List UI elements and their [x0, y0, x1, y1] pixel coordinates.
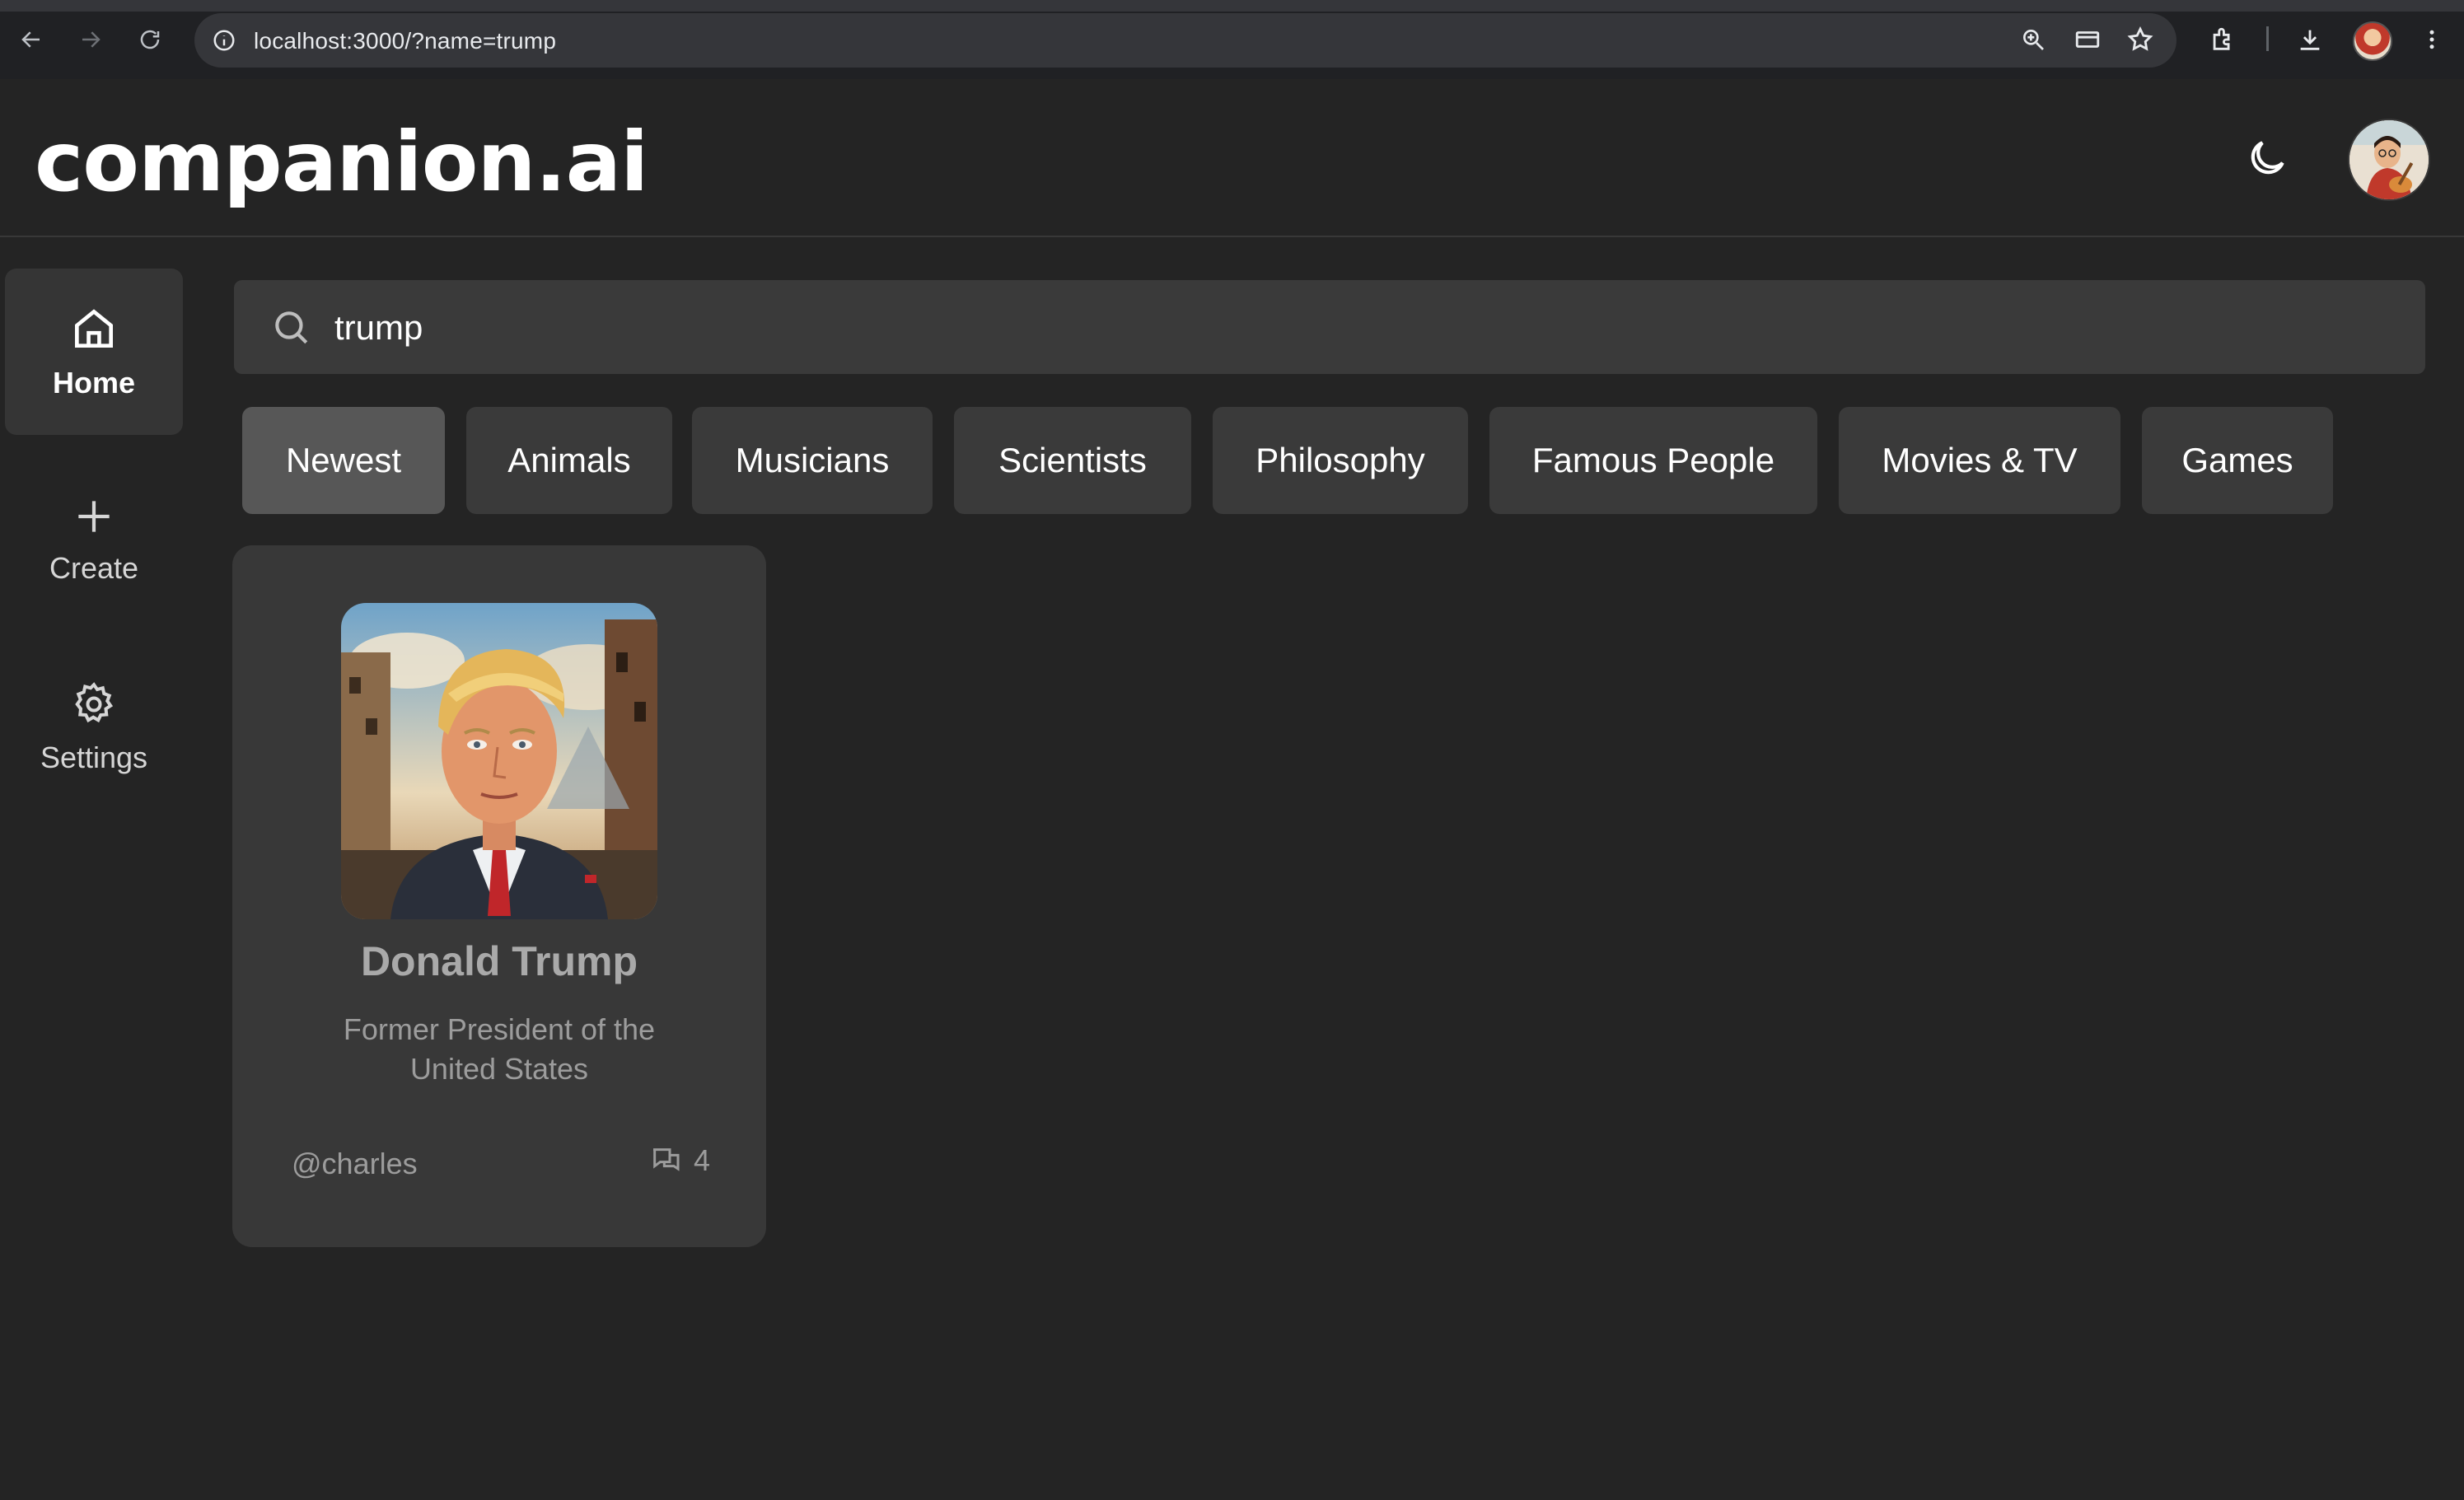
extensions-icon[interactable]: [2203, 20, 2242, 59]
category-games[interactable]: Games: [2142, 407, 2333, 514]
sidebar-item-label: Home: [52, 366, 136, 400]
companion-name: Donald Trump: [360, 938, 638, 984]
tab-strip: [0, 0, 2464, 12]
forward-icon[interactable]: [71, 20, 110, 59]
search-bar[interactable]: [234, 280, 2425, 374]
category-animals[interactable]: Animals: [466, 407, 672, 514]
category-famous-people[interactable]: Famous People: [1489, 407, 1817, 514]
browser-profile-avatar[interactable]: [2353, 21, 2392, 61]
sidebar-item-label: Create: [49, 551, 139, 585]
companion-card[interactable]: Donald Trump Former President of the Uni…: [232, 545, 766, 1247]
brand-logo[interactable]: companion.ai: [35, 114, 648, 210]
browser-toolbar: localhost:3000/?name=trump: [0, 0, 2464, 81]
search-input[interactable]: [333, 297, 2379, 359]
site-info-icon[interactable]: [208, 24, 241, 57]
sidebar-item-settings[interactable]: Settings: [5, 644, 183, 811]
moon-icon[interactable]: [2241, 132, 2293, 185]
bookmark-star-icon[interactable]: [2120, 20, 2160, 59]
gear-icon: [75, 682, 114, 723]
zoom-icon[interactable]: [2013, 20, 2053, 59]
search-icon: [275, 311, 308, 344]
messages-icon: [653, 1148, 680, 1171]
companion-description: Former President of the United States: [343, 1012, 656, 1086]
category-movies-tv[interactable]: Movies & TV: [1839, 407, 2120, 514]
category-newest[interactable]: Newest: [242, 407, 445, 514]
plus-icon: [78, 501, 110, 532]
home-icon: [75, 309, 113, 348]
download-icon[interactable]: [2290, 20, 2330, 59]
toolbar-divider: [2266, 26, 2269, 51]
url-text: localhost:3000/?name=trump: [254, 28, 557, 54]
companion-portrait: [341, 603, 657, 919]
message-count-value: 4: [694, 1143, 711, 1177]
sidebar-item-home[interactable]: Home: [5, 269, 183, 435]
back-icon[interactable]: [12, 20, 51, 59]
address-bar[interactable]: localhost:3000/?name=trump: [194, 13, 2176, 68]
message-count: 4: [649, 1143, 710, 1178]
category-scientists[interactable]: Scientists: [954, 407, 1191, 514]
card-icon[interactable]: [2068, 20, 2107, 59]
companion-creator: @charles: [292, 1147, 418, 1180]
app-header: companion.ai: [0, 79, 2464, 237]
category-philosophy[interactable]: Philosophy: [1213, 407, 1468, 514]
sidebar-item-label: Settings: [40, 741, 148, 774]
sidebar-item-create[interactable]: Create: [5, 456, 183, 623]
more-menu-icon[interactable]: [2412, 20, 2452, 59]
user-avatar[interactable]: [2348, 119, 2430, 201]
category-musicians[interactable]: Musicians: [692, 407, 933, 514]
sidebar: Home Create Settings: [0, 237, 198, 1500]
reload-icon[interactable]: [130, 20, 170, 59]
